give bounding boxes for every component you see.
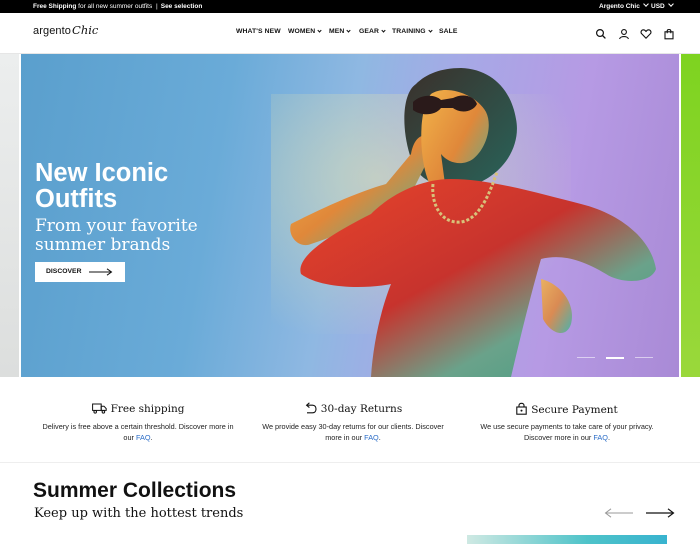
chevron-down-icon	[642, 1, 649, 7]
section-subtitle: Keep up with the hottest trends	[34, 506, 244, 521]
feature-title-row: Secure Payment	[467, 402, 667, 416]
feature-title-row: Free shipping	[38, 402, 238, 416]
return-arrow-icon	[305, 402, 317, 414]
lock-icon	[516, 402, 527, 415]
carousel-next-button[interactable]	[645, 506, 675, 524]
feature-desc-end: .	[150, 432, 153, 442]
feature-description: We provide easy 30-day returns for our c…	[253, 422, 453, 443]
chevron-down-icon	[428, 27, 433, 33]
currency-label: USD	[651, 3, 665, 10]
collection-card-image[interactable]	[467, 535, 667, 544]
service-features: Free shipping Delivery is free above a c…	[0, 377, 700, 463]
nav-item-whats-new[interactable]: WHAT'S NEW	[236, 28, 281, 35]
logo[interactable]: argentoChic	[33, 23, 98, 37]
truck-icon	[91, 403, 107, 414]
search-icon[interactable]	[595, 27, 607, 39]
hero-slider[interactable]: New Iconic Outfits From your favorite su…	[0, 54, 700, 377]
feature-description: We use secure payments to take care of y…	[467, 422, 667, 443]
chevron-down-icon	[381, 27, 386, 33]
discover-label: DISCOVER	[46, 268, 82, 275]
feature-description: Delivery is free above a certain thresho…	[38, 422, 238, 443]
nav-item-label: SALE	[439, 28, 458, 35]
chevron-down-icon	[346, 27, 352, 33]
nav-item-training[interactable]: TRAINING	[392, 27, 433, 35]
previous-slide-peek[interactable]	[0, 54, 19, 377]
promo-separator: |	[156, 3, 158, 10]
faq-link[interactable]: FAQ	[136, 433, 151, 442]
nav-item-women[interactable]: WOMEN	[288, 27, 322, 35]
see-selection-link[interactable]: See selection	[161, 3, 203, 10]
chevron-down-icon	[317, 27, 322, 33]
section-title: Summer Collections	[33, 479, 237, 502]
logo-text-script: Chic	[72, 23, 99, 37]
slide-dot-2[interactable]	[606, 356, 624, 359]
carousel-prev-button[interactable]	[604, 506, 634, 524]
cart-bag-icon[interactable]	[663, 27, 675, 40]
feature-desc-end: .	[378, 432, 381, 442]
nav-item-label: GEAR	[359, 28, 380, 35]
arrow-right-icon	[89, 268, 113, 276]
arrow-right-icon	[646, 508, 675, 518]
announcement-bar: Free Shipping for all new summer outfits…	[0, 0, 700, 13]
hero-title: New Iconic Outfits	[35, 159, 169, 213]
faq-link[interactable]: FAQ	[593, 433, 608, 442]
feature-returns: 30-day Returns We provide easy 30-day re…	[253, 402, 453, 443]
wishlist-heart-icon[interactable]	[640, 27, 652, 39]
nav-item-label: WOMEN	[288, 28, 316, 35]
store-selector-label: Argento Chic	[599, 3, 640, 10]
slide-dot-3[interactable]	[635, 357, 653, 358]
logo-text-primary: argento	[33, 25, 72, 37]
feature-free-shipping: Free shipping Delivery is free above a c…	[38, 402, 238, 443]
hero-slide: New Iconic Outfits From your favorite su…	[21, 54, 679, 377]
account-icon[interactable]	[618, 27, 630, 40]
site-header: argentoChic WHAT'S NEW WOMEN MEN GEAR TR…	[0, 13, 700, 54]
arrow-left-icon	[604, 508, 633, 518]
feature-desc-text: We use secure payments to take care of y…	[480, 422, 654, 442]
chevron-down-icon	[667, 1, 674, 7]
feature-title: Free shipping	[110, 403, 185, 415]
feature-desc-end: .	[607, 432, 610, 442]
currency-selector[interactable]: USD	[651, 0, 674, 13]
nav-item-sale[interactable]: SALE	[439, 28, 458, 35]
promo-text: for all new summer outfits	[78, 3, 153, 10]
nav-item-men[interactable]: MEN	[329, 27, 352, 35]
feature-title: 30-day Returns	[320, 403, 403, 415]
hero-subtitle: From your favorite summer brands	[35, 216, 198, 255]
promo-message: Free Shipping for all new summer outfits…	[33, 0, 202, 13]
feature-title-row: 30-day Returns	[253, 402, 453, 416]
nav-item-label: TRAINING	[392, 28, 426, 35]
nav-item-label: WHAT'S NEW	[236, 28, 281, 35]
faq-link[interactable]: FAQ	[364, 433, 379, 442]
store-selector[interactable]: Argento Chic	[599, 0, 649, 13]
promo-bold: Free Shipping	[33, 3, 77, 10]
slide-dot-1[interactable]	[577, 357, 595, 358]
next-slide-peek[interactable]	[681, 54, 700, 377]
feature-desc-text: We provide easy 30-day returns for our c…	[262, 422, 444, 442]
feature-secure-payment: Secure Payment We use secure payments to…	[467, 402, 667, 443]
nav-item-label: MEN	[329, 28, 345, 35]
discover-button[interactable]: DISCOVER	[35, 262, 125, 282]
nav-item-gear[interactable]: GEAR	[359, 27, 386, 35]
feature-title: Secure Payment	[531, 404, 618, 416]
